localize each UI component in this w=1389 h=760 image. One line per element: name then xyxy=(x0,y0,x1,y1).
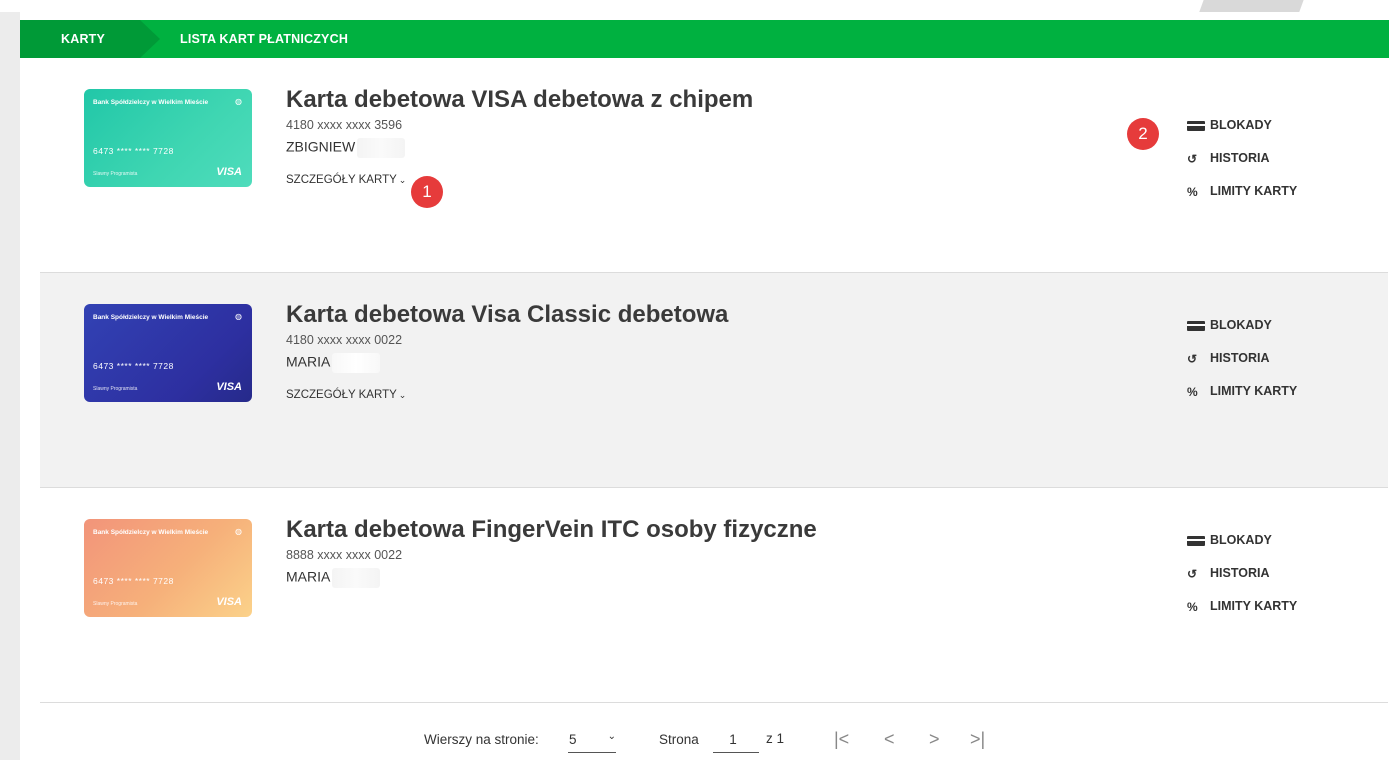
contactless-icon: ◍ xyxy=(235,527,242,536)
card-number: 4180 xxxx xxxx 3596 xyxy=(286,118,403,132)
previous-page-icon[interactable]: < xyxy=(884,729,895,750)
card-details-toggle[interactable]: SZCZEGÓŁY KARTY ⌄ xyxy=(286,174,406,186)
blokady-label: BLOKADY xyxy=(1210,118,1272,132)
card-image-bank: Bank Spółdzielczy w Wielkim Mieście xyxy=(93,99,209,106)
card-image-bank: Bank Spółdzielczy w Wielkim Mieście xyxy=(93,314,209,321)
limit-icon: % xyxy=(1187,600,1198,614)
card-image: Bank Spółdzielczy w Wielkim Mieście ◍ 64… xyxy=(84,89,252,187)
breadcrumb-item-lista-kart: LISTA KART PŁATNICZYCH xyxy=(180,32,349,46)
rows-per-page-value: 5 xyxy=(569,732,577,747)
contactless-icon: ◍ xyxy=(235,312,242,321)
redacted-surname xyxy=(332,353,381,373)
chevron-down-icon: ⌄ xyxy=(607,731,616,742)
page-label: Strona xyxy=(659,732,699,747)
card-image: Bank Spółdzielczy w Wielkim Mieście ◍ 64… xyxy=(84,519,252,617)
card-block-icon xyxy=(1187,534,1205,548)
annotation-badge-2: 2 xyxy=(1127,118,1159,150)
historia-label: HISTORIA xyxy=(1210,151,1270,165)
page-total-label: z 1 xyxy=(766,731,785,746)
redacted-surname xyxy=(332,568,381,588)
card-number: 8888 xxxx xxxx 0022 xyxy=(286,548,403,562)
card-image-holder: Slawny Programista xyxy=(93,601,138,607)
last-page-icon[interactable]: >| xyxy=(970,729,985,750)
card-owner: MARIA xyxy=(286,568,381,588)
page-number-value: 1 xyxy=(729,732,737,747)
card-block-icon xyxy=(1187,319,1205,333)
page-number-input[interactable]: 1 xyxy=(713,731,759,753)
rows-per-page-label: Wierszy na stronie: xyxy=(424,732,539,747)
rows-per-page-select[interactable]: 5 ⌄ xyxy=(568,731,616,753)
card-details-label: SZCZEGÓŁY KARTY xyxy=(286,389,397,401)
row-divider xyxy=(40,702,1388,703)
breadcrumb-item-karty[interactable]: KARTY xyxy=(61,32,105,46)
card-image-number: 6473 **** **** 7728 xyxy=(93,146,174,156)
card-title: Karta debetowa Visa Classic debetowa xyxy=(286,301,729,328)
visa-logo: VISA xyxy=(216,381,242,393)
limit-icon: % xyxy=(1187,385,1198,399)
pagination: Wierszy na stronie: 5 ⌄ Strona 1 z 1 |< … xyxy=(20,715,1389,760)
card-owner: MARIA xyxy=(286,353,381,373)
card-title: Karta debetowa FingerVein ITC osoby fizy… xyxy=(286,516,817,543)
history-icon: ↺ xyxy=(1187,352,1198,366)
chevron-down-icon: ⌄ xyxy=(398,390,407,400)
card-image-number: 6473 **** **** 7728 xyxy=(93,576,174,586)
card-row: Bank Spółdzielczy w Wielkim Mieście ◍ 64… xyxy=(40,488,1388,703)
card-owner-name: MARIA xyxy=(286,568,331,585)
visa-logo: VISA xyxy=(216,166,242,178)
limit-icon: % xyxy=(1187,185,1198,199)
history-icon: ↺ xyxy=(1187,567,1198,581)
next-page-icon[interactable]: > xyxy=(929,729,940,750)
card-details-label: SZCZEGÓŁY KARTY xyxy=(286,174,397,186)
top-strip xyxy=(0,0,1389,20)
historia-label: HISTORIA xyxy=(1210,351,1270,365)
blokady-label: BLOKADY xyxy=(1210,533,1272,547)
blokady-label: BLOKADY xyxy=(1210,318,1272,332)
card-image: Bank Spółdzielczy w Wielkim Mieście ◍ 64… xyxy=(84,304,252,402)
card-owner-name: ZBIGNIEW xyxy=(286,138,356,155)
card-details-toggle[interactable]: SZCZEGÓŁY KARTY ⌄ xyxy=(286,389,406,401)
card-image-bank: Bank Spółdzielczy w Wielkim Mieście xyxy=(93,529,209,536)
card-number: 4180 xxxx xxxx 0022 xyxy=(286,333,403,347)
card-title: Karta debetowa VISA debetowa z chipem xyxy=(286,86,754,113)
history-icon: ↺ xyxy=(1187,152,1198,166)
card-block-icon xyxy=(1187,119,1205,133)
redacted-surname xyxy=(357,138,406,158)
card-owner: ZBIGNIEW xyxy=(286,138,406,158)
historia-label: HISTORIA xyxy=(1210,566,1270,580)
card-owner-name: MARIA xyxy=(286,353,331,370)
content-panel: KARTY LISTA KART PŁATNICZYCH Bank Spółdz… xyxy=(20,12,1389,760)
annotation-badge-1: 1 xyxy=(411,176,443,208)
card-row: Bank Spółdzielczy w Wielkim Mieście ◍ 64… xyxy=(40,273,1388,488)
first-page-icon[interactable]: |< xyxy=(834,729,849,750)
limity-karty-label: LIMITY KARTY xyxy=(1210,384,1298,398)
contactless-icon: ◍ xyxy=(235,97,242,106)
card-image-holder: Slawny Programista xyxy=(93,386,138,392)
limity-karty-label: LIMITY KARTY xyxy=(1210,599,1298,613)
card-image-number: 6473 **** **** 7728 xyxy=(93,361,174,371)
visa-logo: VISA xyxy=(216,596,242,608)
breadcrumb: KARTY LISTA KART PŁATNICZYCH xyxy=(20,20,1389,58)
limity-karty-label: LIMITY KARTY xyxy=(1210,184,1298,198)
card-row: Bank Spółdzielczy w Wielkim Mieście ◍ 64… xyxy=(40,58,1388,273)
card-image-holder: Slawny Programista xyxy=(93,171,138,177)
chevron-down-icon: ⌄ xyxy=(398,175,407,185)
